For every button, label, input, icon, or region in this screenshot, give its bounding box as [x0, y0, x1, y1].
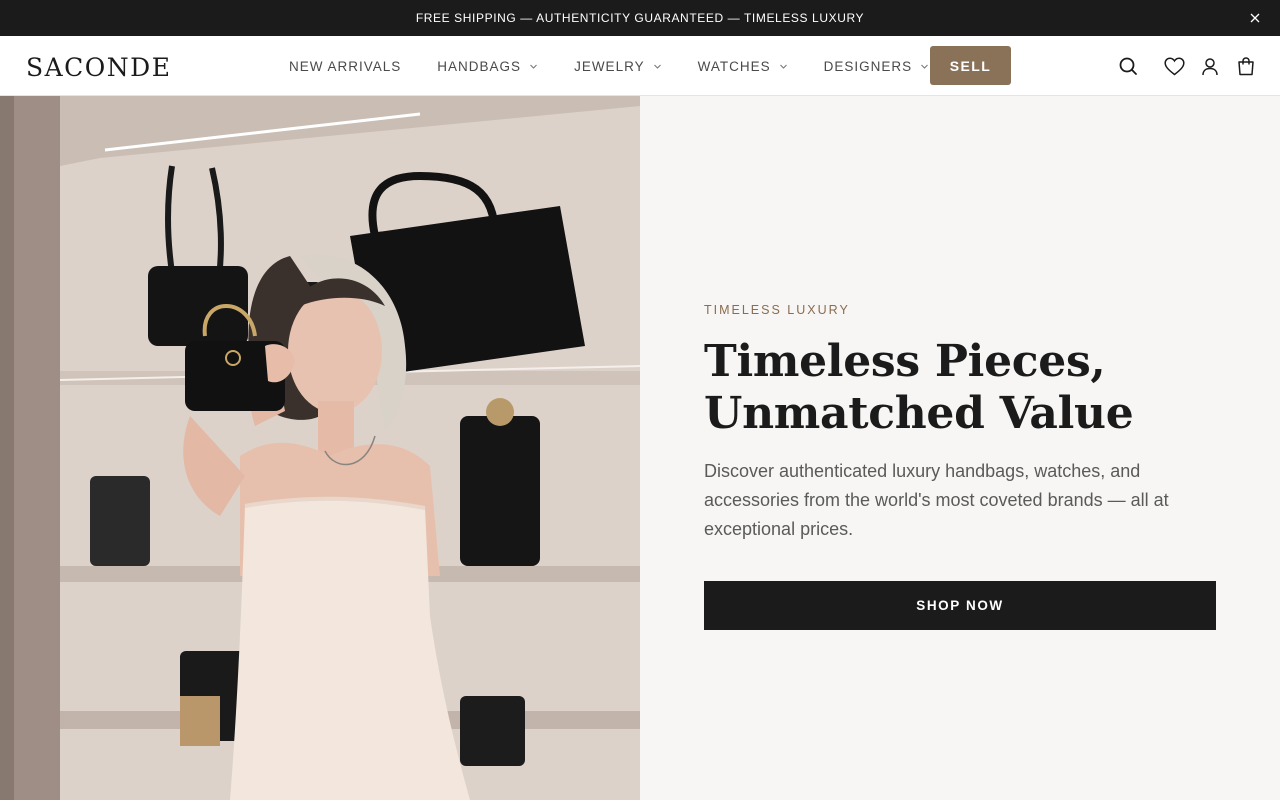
logo[interactable]: SACONDE: [26, 53, 171, 82]
main-nav: NEW ARRIVALS HANDBAGS JEWELRY WATCHES DE…: [289, 36, 965, 96]
nav-item-label: WATCHES: [697, 58, 771, 74]
announcement-text: FREE SHIPPING — AUTHENTICITY GUARANTEED …: [415, 11, 865, 25]
chevron-down-icon: [529, 62, 538, 71]
chevron-down-icon: [653, 62, 662, 71]
site-header: SACONDE NEW ARRIVALS HANDBAGS JEWELRY WA…: [0, 36, 1280, 96]
close-icon[interactable]: [1248, 11, 1262, 25]
hero-image: [0, 96, 640, 800]
nav-item-handbags[interactable]: HANDBAGS: [437, 59, 538, 74]
chevron-down-icon: [920, 62, 929, 71]
shop-now-button[interactable]: SHOP NOW: [704, 581, 1216, 630]
nav-item-label: HANDBAGS: [437, 58, 522, 74]
nav-item-label: DESIGNERS: [823, 58, 913, 74]
nav-item-watches[interactable]: WATCHES: [698, 59, 788, 74]
search-icon[interactable]: [1117, 55, 1139, 77]
nav-item-jewelry[interactable]: JEWELRY: [574, 59, 662, 74]
nav-item-new-arrivals[interactable]: NEW ARRIVALS: [289, 59, 401, 74]
hero-subcopy: Discover authenticated luxury handbags, …: [704, 461, 1169, 539]
heart-icon[interactable]: [1163, 55, 1185, 77]
nav-item-designers[interactable]: DESIGNERS: [824, 59, 930, 74]
nav-item-label: JEWELRY: [574, 58, 645, 74]
hero-headline-line2: Unmatched Value: [704, 388, 1134, 439]
hero-content: TIMELESS LUXURY Timeless Pieces, Unmatch…: [704, 96, 1216, 800]
hero-eyebrow: TIMELESS LUXURY: [704, 303, 850, 317]
sell-button[interactable]: SELL: [930, 46, 1011, 85]
announcement-bar: FREE SHIPPING — AUTHENTICITY GUARANTEED …: [0, 0, 1280, 36]
account-icon[interactable]: [1199, 55, 1221, 77]
nav-item-label: NEW ARRIVALS: [289, 58, 402, 74]
hero-headline-line1: Timeless Pieces,: [704, 336, 1106, 387]
cart-icon[interactable]: [1235, 55, 1257, 77]
hero-headline: Timeless Pieces, Unmatched Value: [704, 336, 1224, 440]
chevron-down-icon: [779, 62, 788, 71]
